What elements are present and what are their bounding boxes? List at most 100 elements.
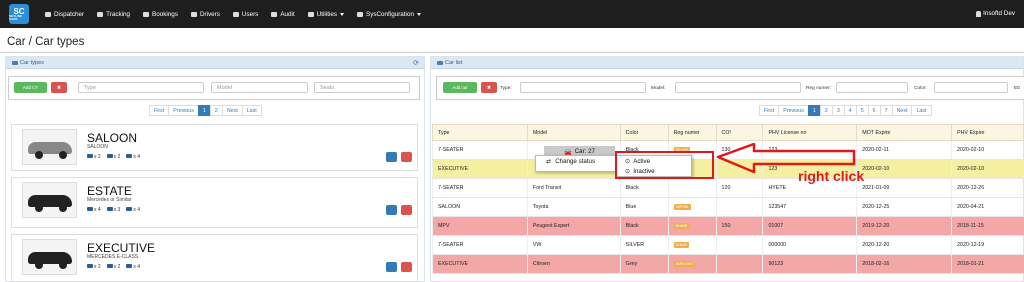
- column-header[interactable]: Model: [526, 124, 621, 141]
- annotation-label: right click: [798, 168, 865, 184]
- column-header[interactable]: Type: [432, 124, 528, 141]
- sort-icon: ⇄: [546, 158, 552, 165]
- cell-color: SILVER: [619, 235, 669, 255]
- nav-sysconfiguration[interactable]: SysConfiguration: [357, 11, 421, 18]
- type-filter-input[interactable]: [520, 82, 646, 93]
- column-header[interactable]: PHV License no: [762, 124, 858, 141]
- bag-count: x 2: [106, 154, 120, 160]
- add-car-button[interactable]: Add car: [443, 82, 477, 93]
- app-logo[interactable]: SC SKYLINE CARS: [9, 4, 29, 24]
- nav-bookings[interactable]: Bookings: [143, 11, 178, 18]
- change-status-menu-item[interactable]: ⇄ Change status: [546, 158, 595, 165]
- tracking-icon: [97, 11, 104, 17]
- main-nav: Dispatcher Tracking Bookings Drivers Users Au…: [45, 11, 434, 18]
- car-type-card: EXECUTIVE MERCEDES E-CLASS x 2 x 2 x 4: [11, 234, 418, 282]
- delete-button[interactable]: [401, 152, 412, 162]
- clear-filter-button[interactable]: ✖: [481, 82, 497, 93]
- user-name: Insoftd Dev: [983, 10, 1015, 17]
- cell-phv_exp: 2020-12-26: [951, 178, 1024, 198]
- utilities-icon: [307, 11, 314, 17]
- cell-co2: 150: [715, 216, 763, 236]
- cell-type: SALOON: [432, 197, 528, 217]
- suitcase-count: x 2: [87, 154, 101, 160]
- car-type-title: SALOON: [87, 131, 138, 145]
- type-filter-input[interactable]: Type: [78, 82, 204, 93]
- nav-audit[interactable]: Audit: [271, 11, 295, 18]
- extra-filter-label: Ett: [1014, 86, 1020, 91]
- column-header[interactable]: MOT Expire: [856, 124, 953, 141]
- table-row[interactable]: EXECUTIVE Citroen Grey VO00 SVH 90123 2018-02…: [432, 254, 1024, 274]
- car-list-pagination: First Previous 1 2 3 4 5 6 7 Next Last: [759, 105, 932, 116]
- cell-reg: DHA0X: [667, 235, 717, 255]
- column-header[interactable]: PHV Expire: [951, 124, 1024, 141]
- refresh-icon[interactable]: ⟳: [413, 59, 419, 67]
- table-row[interactable]: 7-SEATER Ford Transit Black 120 HYETE 2021-01…: [432, 178, 1024, 198]
- nav-drivers[interactable]: Drivers: [190, 11, 220, 18]
- page-first[interactable]: First: [149, 105, 170, 116]
- car-image: [22, 182, 77, 218]
- delete-button[interactable]: [401, 205, 412, 215]
- cell-phv_exp: 2018-01-21: [951, 254, 1024, 274]
- model-filter-label: Model:: [651, 86, 666, 91]
- table-row[interactable]: MPV Peugeot Expert Black BHA8B 150 01007 2019-…: [432, 216, 1024, 236]
- model-filter-input[interactable]: Model: [211, 82, 308, 93]
- page-last[interactable]: Last: [911, 105, 932, 116]
- edit-button[interactable]: [386, 152, 397, 162]
- cell-model: Peugeot Expert: [526, 216, 621, 236]
- car-type-subtitle: SALOON: [87, 144, 108, 150]
- model-filter-input[interactable]: [675, 82, 801, 93]
- page-previous[interactable]: Previous: [778, 105, 809, 116]
- car-types-pagination: First Previous 1 2 Next Last: [149, 105, 262, 116]
- edit-button[interactable]: [386, 205, 397, 215]
- type-filter-label: Type:: [500, 86, 512, 91]
- nav-users[interactable]: Users: [232, 11, 258, 18]
- page-previous[interactable]: Previous: [168, 105, 199, 116]
- table-row[interactable]: 7-SEATER VW SILVER DHA0X 000000 2020-12-20 202…: [432, 235, 1024, 255]
- column-header[interactable]: Color: [619, 124, 669, 141]
- nav-label: Bookings: [152, 10, 178, 18]
- column-header[interactable]: Reg numer: [667, 124, 717, 141]
- add-car-type-button[interactable]: Add CT: [14, 82, 47, 93]
- sysconfiguration-icon: [357, 11, 363, 17]
- page-last[interactable]: Last: [241, 105, 262, 116]
- cell-phv: 90123: [762, 254, 857, 274]
- cell-co2: [715, 197, 763, 217]
- reg-badge: VAPRBL: [673, 204, 692, 210]
- column-header[interactable]: CO²: [715, 124, 764, 141]
- capacity-info: x 2 x 2 x 4: [87, 264, 140, 270]
- car-type-card: ESTATE Mercedes or Similar x 4 x 3 x 4: [11, 177, 418, 228]
- user-icon: [976, 10, 982, 17]
- suitcase-icon: [87, 207, 93, 211]
- page-next[interactable]: Next: [891, 105, 913, 116]
- seat-icon: [126, 264, 133, 268]
- clear-filter-button[interactable]: ✖: [51, 82, 67, 93]
- color-filter-input[interactable]: [934, 82, 1008, 93]
- page-next[interactable]: Next: [221, 105, 243, 116]
- page-first[interactable]: First: [759, 105, 780, 116]
- cell-mot: 2018-02-16: [856, 254, 952, 274]
- seats-filter-input[interactable]: Seats: [314, 82, 410, 93]
- nav-utilities[interactable]: Utilities: [307, 11, 344, 18]
- menu-label: Change status: [555, 158, 596, 165]
- reg-filter-input[interactable]: [836, 82, 908, 93]
- car-type-card: SALOON SALOON x 2 x 2 x 4: [11, 124, 418, 171]
- panel-header: Car types: [6, 57, 424, 69]
- bag-icon: [106, 154, 113, 158]
- cell-mot: 2020-02-11: [856, 140, 952, 160]
- edit-button[interactable]: [386, 262, 397, 272]
- reg-badge: DHA0X: [673, 242, 690, 248]
- table-row[interactable]: SALOON Toyota Blue VAPRBL 123547 2020-12-25 20…: [432, 197, 1024, 217]
- user-menu[interactable]: Insoftd Dev: [976, 10, 1015, 17]
- nav-tracking[interactable]: Tracking: [97, 11, 130, 18]
- cell-color: Black: [619, 216, 669, 236]
- cell-mot: 2019-12-20: [856, 216, 952, 236]
- bag-icon: [106, 207, 113, 211]
- panel-title: Car list: [445, 59, 463, 66]
- capacity-info: x 4 x 3 x 4: [87, 207, 140, 213]
- suitcase-count: x 4: [87, 207, 101, 213]
- nav-dispatcher[interactable]: Dispatcher: [45, 11, 84, 18]
- delete-button[interactable]: [401, 262, 412, 272]
- reg-filter-label: Reg numer:: [806, 86, 832, 91]
- color-filter-label: Color:: [914, 86, 927, 91]
- divider: [0, 52, 1024, 53]
